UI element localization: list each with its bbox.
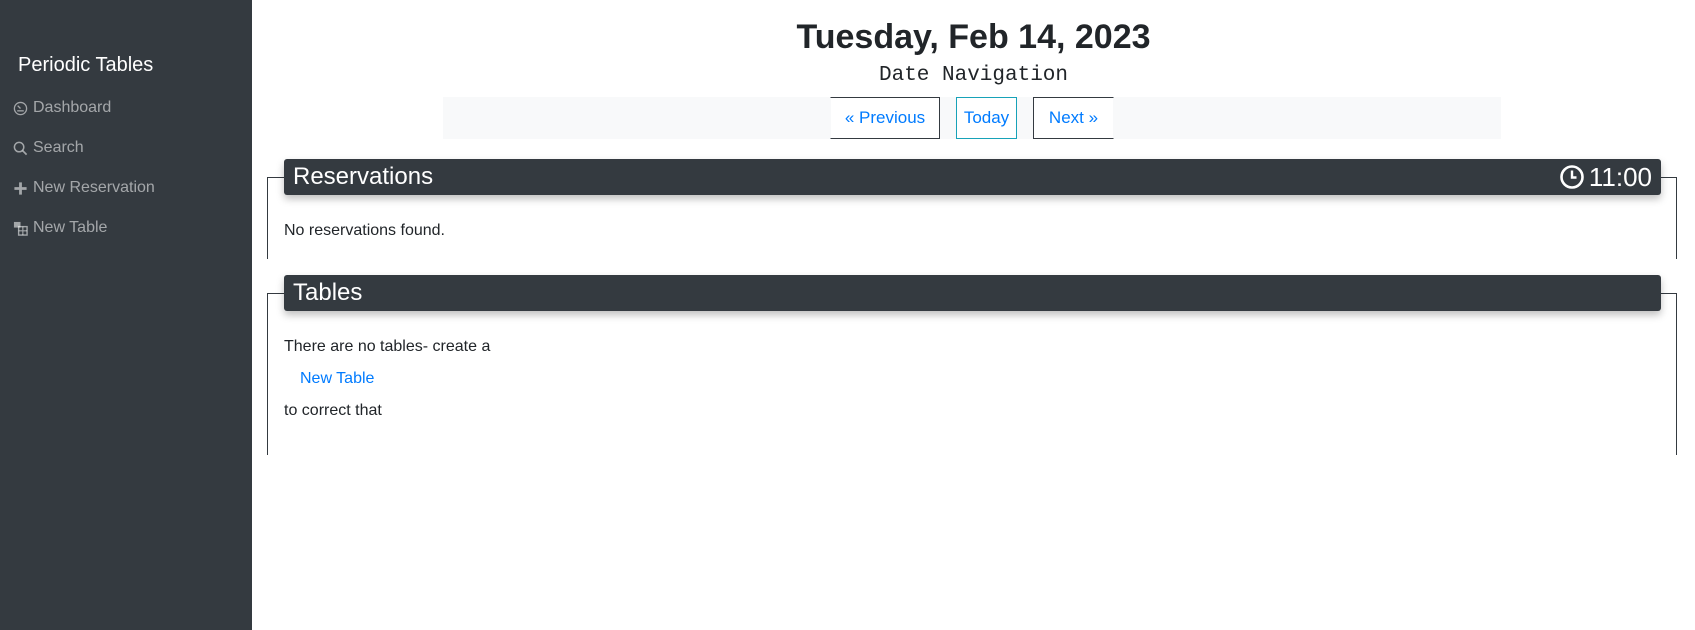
sidebar-item-label: Dashboard bbox=[33, 99, 112, 116]
reservations-title: Reservations bbox=[293, 163, 434, 190]
reservations-fieldset-border-left bbox=[267, 177, 284, 178]
no-reservations-message: No reservations found. bbox=[284, 222, 445, 239]
current-time: 11:00 bbox=[1559, 162, 1652, 193]
tables-title: Tables bbox=[293, 279, 363, 306]
sidebar: Periodic Tables Dashboard Search New Res… bbox=[0, 0, 252, 630]
tables-fieldset bbox=[267, 293, 1677, 455]
previous-button[interactable]: « Previous bbox=[830, 97, 940, 139]
tables-header: Tables bbox=[284, 275, 1661, 311]
page-title: Tuesday, Feb 14, 2023 bbox=[796, 18, 1151, 56]
no-tables-message: There are no tables- create a bbox=[284, 338, 491, 355]
plus-icon bbox=[12, 180, 28, 196]
sidebar-item-new-table[interactable]: New Table bbox=[12, 216, 107, 240]
next-button[interactable]: Next » bbox=[1033, 97, 1114, 139]
tables-fieldset-border-left bbox=[267, 293, 284, 294]
date-navigation-label: Date Navigation bbox=[878, 64, 1069, 87]
reservations-fieldset-border-right bbox=[1660, 177, 1677, 178]
reservations-header: Reservations 11:00 bbox=[284, 159, 1661, 195]
sidebar-item-new-reservation[interactable]: New Reservation bbox=[12, 176, 155, 200]
tables-fieldset-border-right bbox=[1660, 293, 1677, 294]
table-icon bbox=[12, 220, 28, 236]
no-tables-message-suffix: to correct that bbox=[284, 402, 382, 419]
today-button[interactable]: Today bbox=[956, 97, 1017, 139]
clock-icon bbox=[1560, 165, 1584, 189]
brand-title[interactable]: Periodic Tables bbox=[18, 54, 153, 77]
search-icon bbox=[12, 140, 28, 156]
sidebar-item-label: Search bbox=[33, 139, 84, 156]
sidebar-item-label: New Table bbox=[33, 219, 108, 236]
sidebar-item-search[interactable]: Search bbox=[12, 136, 84, 160]
sidebar-item-dashboard[interactable]: Dashboard bbox=[12, 96, 111, 120]
current-time-value: 11:00 bbox=[1588, 161, 1652, 192]
dashboard-icon bbox=[12, 100, 28, 116]
new-table-link[interactable]: New Table bbox=[300, 370, 374, 388]
sidebar-item-label: New Reservation bbox=[33, 179, 155, 196]
